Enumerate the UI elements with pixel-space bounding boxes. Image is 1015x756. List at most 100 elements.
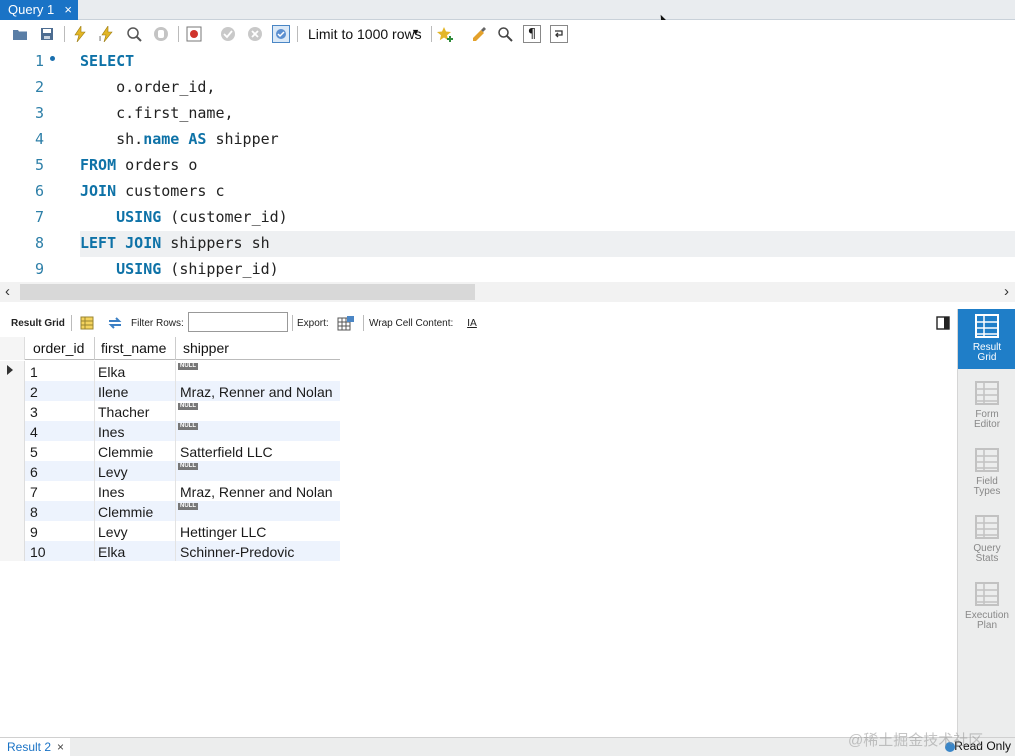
rollback-x-icon[interactable] <box>246 25 264 43</box>
cell-first-name[interactable]: Clemmie <box>98 504 153 520</box>
cell-order-id[interactable]: 3 <box>30 404 38 420</box>
cell-order-id[interactable]: 10 <box>30 544 46 560</box>
toggle-panel-icon[interactable] <box>934 314 952 332</box>
commit-check-icon[interactable] <box>219 25 237 43</box>
toggle-error-icon[interactable] <box>185 25 203 43</box>
grid-layout-icon[interactable] <box>78 314 96 332</box>
table-row[interactable]: 5 Clemmie Satterfield LLC <box>0 441 340 461</box>
cell-shipper-null[interactable]: NULL <box>178 463 198 470</box>
row-selector[interactable] <box>0 401 25 421</box>
refresh-arrows-icon[interactable] <box>106 314 124 332</box>
cell-order-id[interactable]: 4 <box>30 424 38 440</box>
cell-order-id[interactable]: 2 <box>30 384 38 400</box>
export-icon[interactable] <box>337 314 355 332</box>
table-row[interactable]: 2 Ilene Mraz, Renner and Nolan <box>0 381 340 401</box>
row-selector[interactable] <box>0 541 25 561</box>
save-icon[interactable] <box>38 25 56 43</box>
scroll-right-icon[interactable]: › <box>1004 283 1009 300</box>
column-header-order-id[interactable]: order_id <box>33 340 84 356</box>
code-line[interactable]: 8 LEFT JOIN shippers sh <box>0 231 1015 257</box>
cell-first-name[interactable]: Clemmie <box>98 444 153 460</box>
result-grid-label[interactable]: Result Grid <box>11 318 65 329</box>
explain-magnifier-icon[interactable] <box>125 25 143 43</box>
table-row[interactable]: 1 Elka NULL <box>0 361 340 381</box>
cell-shipper-null[interactable]: NULL <box>178 423 198 430</box>
scroll-left-icon[interactable]: ‹ <box>5 283 10 300</box>
cell-first-name[interactable]: Levy <box>98 524 128 540</box>
stop-hand-icon[interactable] <box>152 25 170 43</box>
cell-first-name[interactable]: Elka <box>98 544 125 560</box>
row-selector[interactable] <box>0 381 25 401</box>
autocommit-toggle-icon[interactable] <box>272 25 290 43</box>
row-selector[interactable] <box>0 521 25 541</box>
cell-shipper-null[interactable]: NULL <box>178 503 198 510</box>
cell-first-name[interactable]: Levy <box>98 464 128 480</box>
table-row[interactable]: 9 Levy Hettinger LLC <box>0 521 340 541</box>
cell-first-name[interactable]: Elka <box>98 364 125 380</box>
filter-rows-label: Filter Rows: <box>131 318 184 329</box>
cell-order-id[interactable]: 7 <box>30 484 38 500</box>
tab-query-1[interactable]: Query 1 × <box>0 0 78 20</box>
invisible-chars-pilcrow-icon[interactable]: ¶ <box>523 25 541 43</box>
column-header-first-name[interactable]: first_name <box>101 340 166 356</box>
row-selector[interactable] <box>0 501 25 521</box>
column-header-shipper[interactable]: shipper <box>183 340 229 356</box>
open-folder-icon[interactable] <box>11 25 29 43</box>
wrap-lines-icon[interactable] <box>550 25 568 43</box>
code-line[interactable]: 3 c.first_name, <box>0 101 1015 127</box>
cell-first-name[interactable]: Ilene <box>98 384 128 400</box>
cell-first-name[interactable]: Thacher <box>98 404 149 420</box>
cell-order-id[interactable]: 9 <box>30 524 38 540</box>
row-selector[interactable] <box>0 441 25 461</box>
table-row[interactable]: 3 Thacher NULL <box>0 401 340 421</box>
table-row[interactable]: 6 Levy NULL <box>0 461 340 481</box>
tab-result-2[interactable]: Result 2 × <box>0 738 70 756</box>
cell-shipper[interactable]: Mraz, Renner and Nolan <box>180 384 333 400</box>
add-snippet-star-icon[interactable] <box>437 25 455 43</box>
close-icon[interactable]: × <box>64 2 72 17</box>
wrap-cell-icon[interactable]: IA <box>463 314 481 332</box>
row-selector[interactable] <box>0 421 25 441</box>
execute-current-icon[interactable]: I <box>98 25 116 43</box>
side-tab-query-stats[interactable]: Query Stats <box>958 510 1015 570</box>
cell-first-name[interactable]: Ines <box>98 484 124 500</box>
cell-shipper[interactable]: Hettinger LLC <box>180 524 266 540</box>
code-line[interactable]: 9 USING (shipper_id) <box>0 257 1015 283</box>
code-line[interactable]: 4 sh.name AS shipper <box>0 127 1015 153</box>
side-tab-result-grid[interactable]: Result Grid <box>958 309 1015 369</box>
editor-horizontal-scrollbar[interactable]: ‹ › <box>0 282 1015 302</box>
beautify-brush-icon[interactable] <box>470 25 488 43</box>
code-line[interactable]: 2 o.order_id, <box>0 75 1015 101</box>
find-magnifier-icon[interactable] <box>496 25 514 43</box>
table-row[interactable]: 8 Clemmie NULL <box>0 501 340 521</box>
close-icon[interactable]: × <box>57 740 64 754</box>
cell-shipper-null[interactable]: NULL <box>178 363 198 370</box>
side-tab-field-types[interactable]: Field Types <box>958 443 1015 503</box>
execute-lightning-icon[interactable] <box>71 25 89 43</box>
cell-order-id[interactable]: 5 <box>30 444 38 460</box>
cell-order-id[interactable]: 6 <box>30 464 38 480</box>
code-line[interactable]: 6 JOIN customers c <box>0 179 1015 205</box>
table-row[interactable]: 7 Ines Mraz, Renner and Nolan <box>0 481 340 501</box>
table-row[interactable]: 4 Ines NULL <box>0 421 340 441</box>
cell-order-id[interactable]: 1 <box>30 364 38 380</box>
cell-first-name[interactable]: Ines <box>98 424 124 440</box>
cell-shipper[interactable]: Mraz, Renner and Nolan <box>180 484 333 500</box>
side-tab-form-editor[interactable]: Form Editor <box>958 376 1015 436</box>
filter-rows-input[interactable] <box>188 312 288 332</box>
sql-editor[interactable]: 1 SELECT 2 o.order_id, 3 c.first_name, 4 sh.… <box>0 48 1015 282</box>
code-line[interactable]: 7 USING (customer_id) <box>0 205 1015 231</box>
table-row[interactable]: 10 Elka Schinner-Predovic <box>0 541 340 561</box>
cell-shipper[interactable]: Schinner-Predovic <box>180 544 294 560</box>
limit-rows-select[interactable]: Limit to 1000 rows ▼ <box>302 24 426 44</box>
row-selector[interactable] <box>0 361 25 381</box>
cell-order-id[interactable]: 8 <box>30 504 38 520</box>
side-tab-execution-plan[interactable]: Execution Plan <box>958 577 1015 637</box>
scrollbar-thumb[interactable] <box>20 284 475 300</box>
cell-shipper-null[interactable]: NULL <box>178 403 198 410</box>
row-selector[interactable] <box>0 481 25 501</box>
cell-shipper[interactable]: Satterfield LLC <box>180 444 273 460</box>
code-line[interactable]: 1 SELECT <box>0 49 1015 75</box>
code-line[interactable]: 5 FROM orders o <box>0 153 1015 179</box>
row-selector[interactable] <box>0 461 25 481</box>
